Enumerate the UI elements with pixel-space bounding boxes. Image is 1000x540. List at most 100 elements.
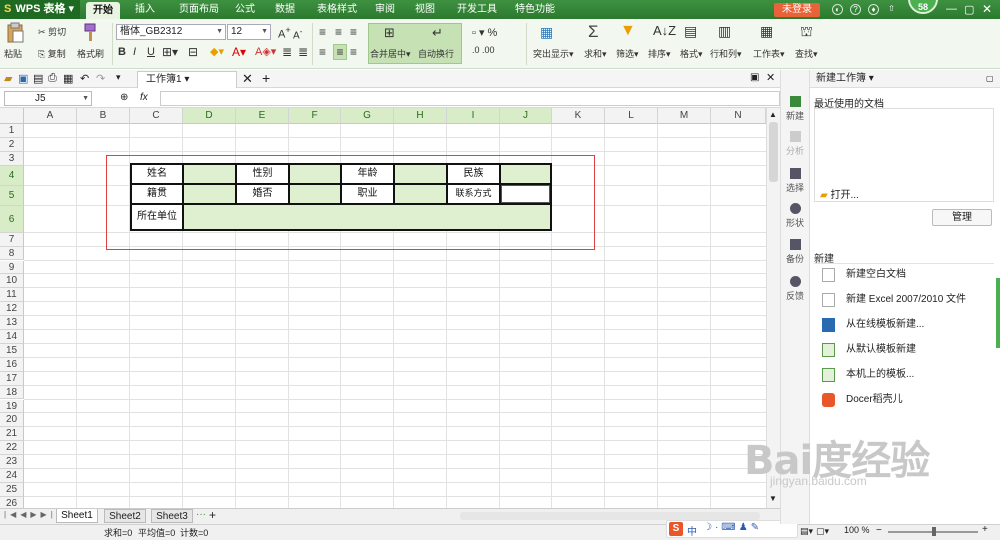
col-header-c[interactable]: C [130,108,183,124]
worksheet-button[interactable]: 工作表▾ [753,47,785,60]
sort-icon[interactable]: A↓Z [653,23,676,38]
sheet-tab-1[interactable]: Sheet1 [56,509,98,523]
zoom-level[interactable]: 100 % [844,525,870,535]
underline-icon[interactable]: U [147,46,155,58]
tab-developer[interactable]: 开发工具 [450,0,504,19]
rail-analyze[interactable]: 分析 [780,131,810,157]
format-painter-label[interactable]: 格式刷 [77,47,104,60]
row-col-icon[interactable]: ▥ [718,23,731,40]
tab-table-style[interactable]: 表格样式 [310,0,364,19]
outdent-icon[interactable]: ≣ [298,45,308,59]
scroll-up-icon[interactable]: ▲ [769,110,777,119]
new-blank-doc[interactable]: 新建空白文档 [820,266,998,284]
border-icon[interactable]: ⊞▾ [162,45,178,59]
pane-collapse-handle[interactable] [996,278,1000,348]
open-link[interactable]: ▰ 打开... [820,186,859,201]
row-header[interactable]: 22 [0,441,24,456]
align-right-icon[interactable]: ≡ [350,45,357,59]
tab-formula[interactable]: 公式 [228,0,262,19]
merge-cells-icon[interactable]: ⊟ [188,45,198,59]
filter-button[interactable]: 筛选▾ [616,47,639,60]
tab-view[interactable]: 视图 [408,0,442,19]
clear-format-icon[interactable]: A◈▾ [255,45,276,58]
align-center-icon[interactable]: ≡ [333,44,347,60]
format-button[interactable]: 格式▾ [680,47,703,60]
shirt-icon[interactable]: ♦ [868,4,879,15]
col-header-h[interactable]: H [394,108,447,124]
minimize-icon[interactable]: — [946,3,957,15]
find-icon[interactable]: ⛫ [800,23,813,42]
number-format-icon[interactable]: ▫ ▾ % [472,26,497,39]
rail-select[interactable]: 选择 [780,168,810,194]
zoom-out-icon[interactable]: − [876,525,882,536]
close-doc-icon[interactable]: ✕ [242,71,253,87]
spreadsheet-grid[interactable]: A B C D E F G H I J K L M N 1 2 3 4 5 6 7 8 9 10 1… [0,108,766,508]
window-restore-icon[interactable]: ▣ [750,72,759,83]
cell-contact-label[interactable]: 联系方式 [446,183,501,205]
row-header[interactable]: 4 [0,165,24,186]
sheet-nav-icon[interactable]: |◀◀▶▶| [4,510,57,519]
highlight-button[interactable]: 突出显示▾ [533,47,574,60]
grow-font-icon[interactable]: A+ [278,25,291,41]
row-header[interactable]: 10 [0,274,24,289]
open-icon[interactable]: ▰ [4,72,12,85]
row-header[interactable]: 26 [0,496,24,508]
tab-page-layout[interactable]: 页面布局 [172,0,226,19]
select-all-corner[interactable] [0,108,24,124]
horizontal-scrollbar[interactable] [460,512,760,520]
row-header[interactable]: 1 [0,124,24,138]
rail-backup[interactable]: 备份 [780,239,810,265]
add-sheet-icon[interactable]: + [209,508,216,522]
row-header[interactable]: 9 [0,260,24,275]
tab-start[interactable]: 开始 [86,2,120,19]
bold-icon[interactable]: B [118,46,126,58]
row-header[interactable]: 19 [0,399,24,414]
row-header[interactable]: 24 [0,469,24,483]
col-header-g[interactable]: G [341,108,394,124]
font-size-select[interactable]: 12 ▼ [227,24,271,40]
zoom-search-icon[interactable]: ⊕ [120,92,128,103]
name-box[interactable]: J5 ▼ [4,91,92,106]
wrap-text-icon[interactable]: ↵ [432,25,443,41]
font-name-select[interactable]: 楷体_GB2312 ▼ [116,24,226,40]
redo-icon[interactable]: ↷ [96,72,105,85]
align-bottom-icon[interactable]: ≡ [350,25,357,39]
row-header[interactable]: 7 [0,232,24,247]
new-from-online-template[interactable]: 从在线模板新建... [820,316,998,334]
sum-icon[interactable]: Σ [588,22,599,42]
cell-native-value[interactable] [182,183,237,205]
row-header[interactable]: 6 [0,205,24,233]
align-top-icon[interactable]: ≡ [319,25,326,39]
col-header-m[interactable]: M [658,108,711,124]
arrow-up-icon[interactable]: ⇧ [886,4,897,15]
align-left-icon[interactable]: ≡ [319,45,326,59]
more-sheets-icon[interactable]: ··· [196,509,206,520]
docer-link[interactable]: Docer稻壳儿 [820,391,998,409]
align-middle-icon[interactable]: ≡ [335,25,342,39]
italic-icon[interactable]: I [133,46,136,58]
col-header-e[interactable]: E [236,108,289,124]
close-icon[interactable]: ✕ [982,2,992,16]
cell-unit-value[interactable] [182,203,552,231]
font-color-icon[interactable]: A▾ [232,45,246,59]
row-header[interactable]: 15 [0,343,24,358]
rail-new[interactable]: 新建 [780,96,810,122]
row-header[interactable]: 8 [0,246,24,261]
print-preview-icon[interactable]: ▤ [33,72,43,85]
skin-icon[interactable]: ◐ [832,4,843,15]
row-header[interactable]: 5 [0,185,24,206]
merge-center-button[interactable]: 合并居中▾ [370,47,411,60]
cell-gender-label[interactable]: 性别 [235,163,290,185]
find-button[interactable]: 查找▾ [795,47,818,60]
view-page-icon[interactable]: ▢▾ [816,526,829,537]
tab-review[interactable]: 审阅 [368,0,402,19]
row-header[interactable]: 14 [0,330,24,344]
sheet-tab-3[interactable]: Sheet3 [151,509,193,523]
new-tab-icon[interactable]: + [262,70,270,86]
col-header-l[interactable]: L [605,108,658,124]
zoom-in-icon[interactable]: + [982,524,988,535]
customize-icon[interactable]: ▾ [116,72,121,83]
worksheet-icon[interactable]: ▦ [760,23,773,40]
cell-ethnicity-value[interactable] [499,163,552,185]
row-header[interactable]: 3 [0,151,24,166]
